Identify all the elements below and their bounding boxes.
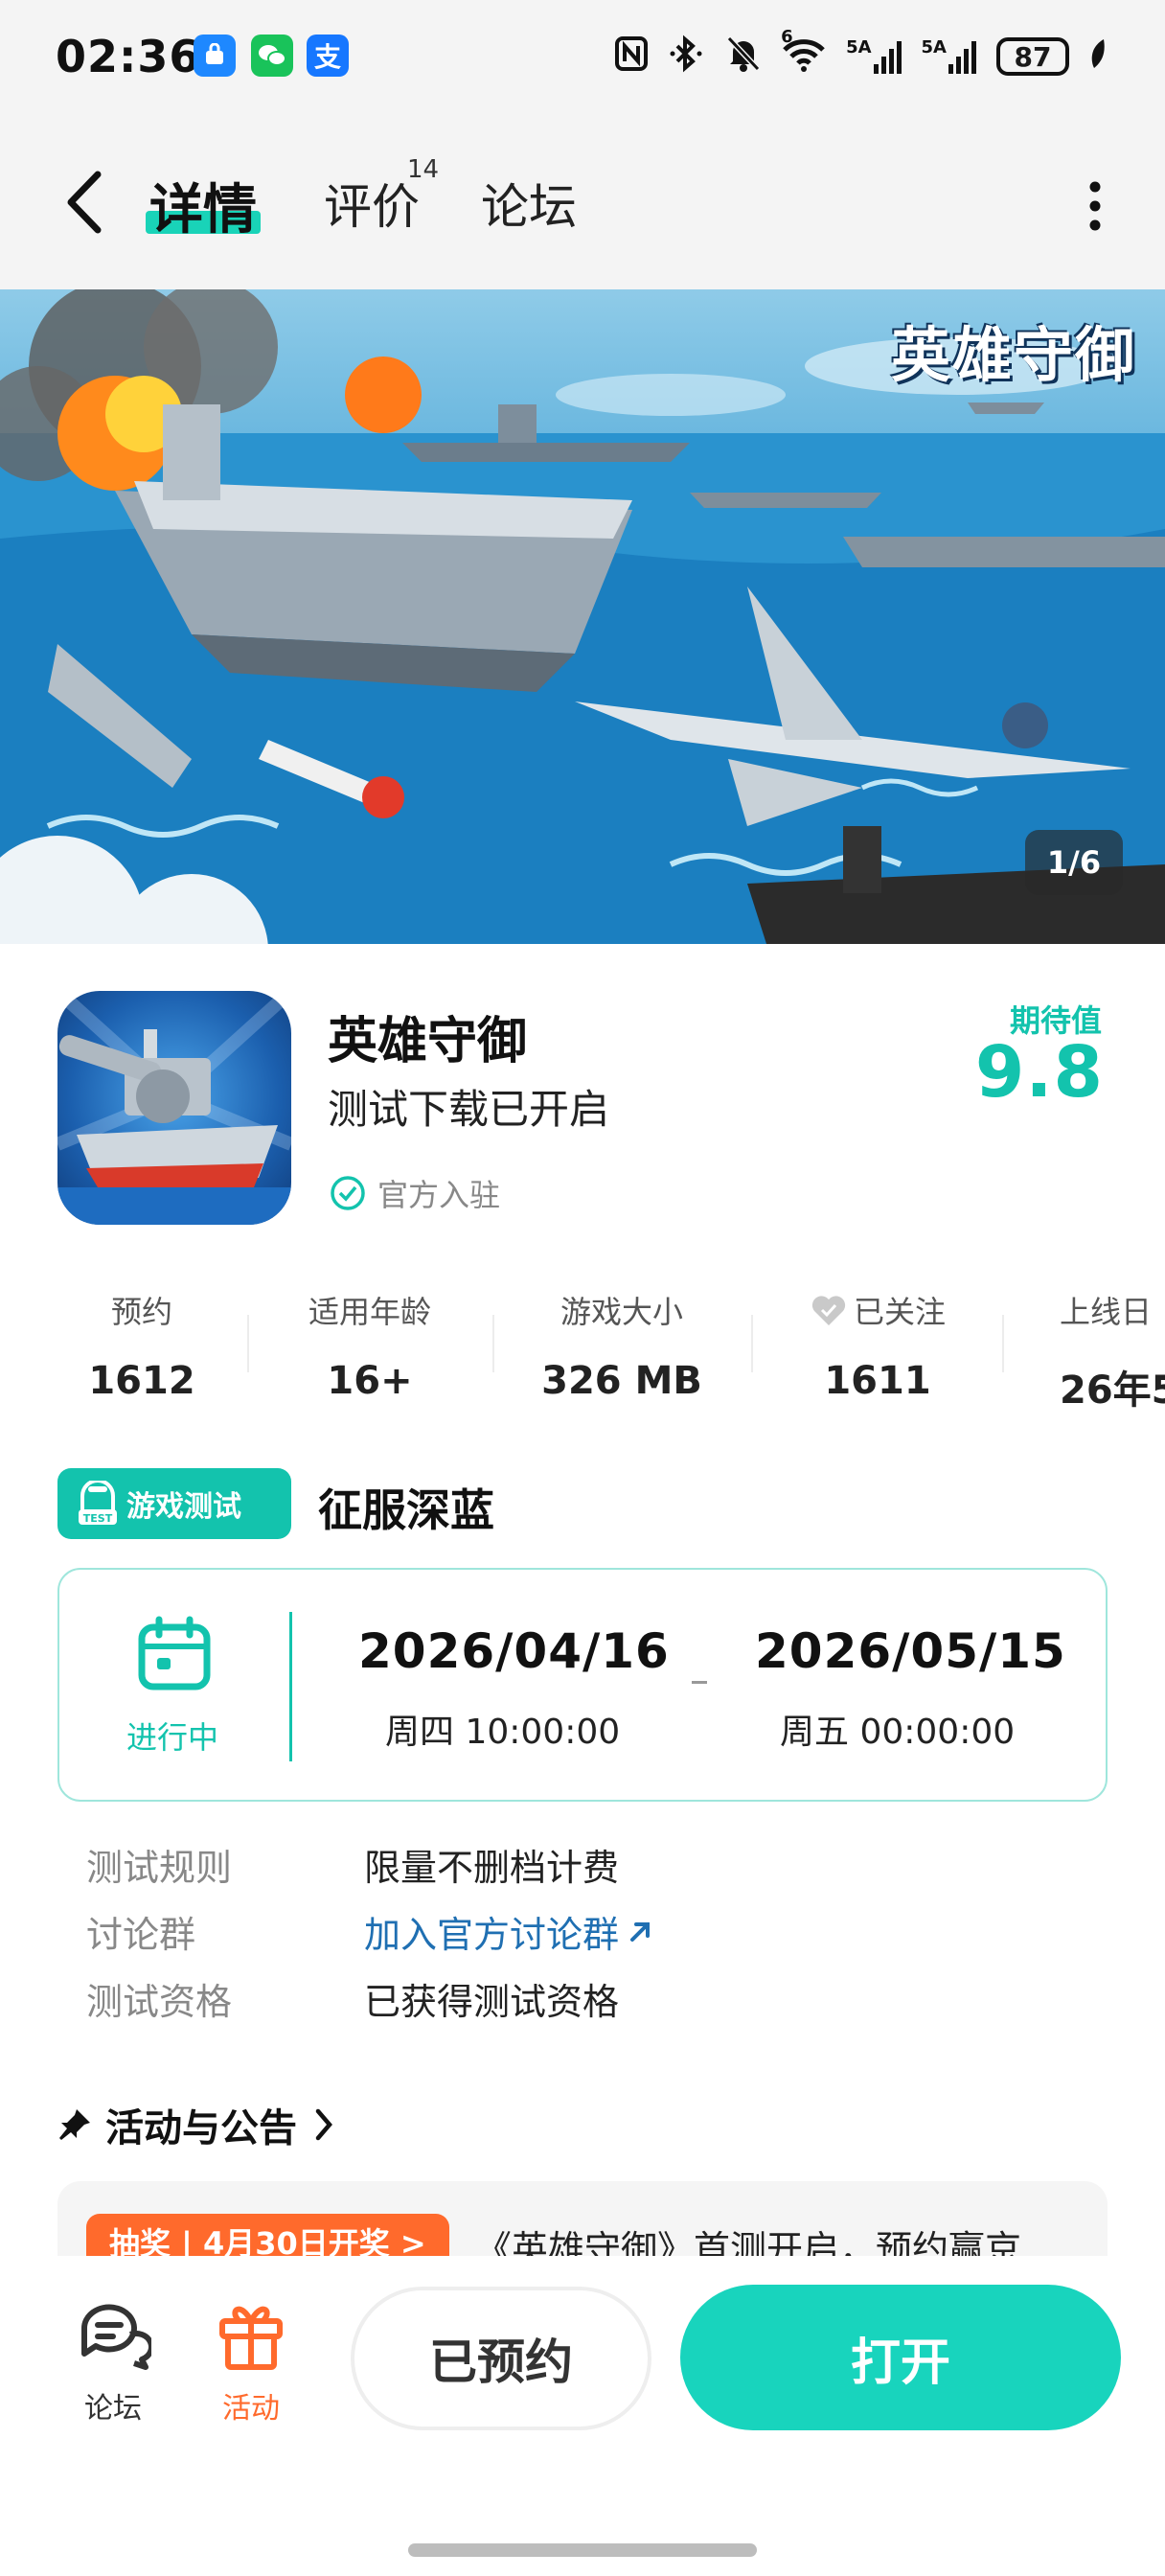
svg-text:TEST: TEST	[83, 1512, 113, 1525]
rule-label-group: 讨论群	[86, 1914, 196, 1956]
external-arrow-icon	[630, 1921, 651, 1942]
app-icon	[57, 991, 291, 1225]
activity-headline: 《英雄守御》首测开启，预约赢京	[475, 2228, 1022, 2258]
stat-value: 1611	[824, 1359, 931, 1403]
reviews-count-badge: 14	[407, 155, 440, 184]
nfc-icon	[614, 35, 649, 78]
divider	[289, 1612, 292, 1761]
app-store-icon	[194, 34, 236, 77]
more-options-icon[interactable]	[1088, 180, 1102, 232]
stat-release-date: 上线日 26年5	[1060, 1288, 1165, 1414]
stat-label: 预约	[110, 1294, 172, 1330]
end-date: 2026/05/15	[755, 1623, 1066, 1679]
end-time: 周五 00:00:00	[780, 1713, 1016, 1752]
verified-label: 官方入驻	[377, 1177, 501, 1213]
tab-details[interactable]: 详情	[149, 167, 257, 244]
heart-icon	[811, 1296, 846, 1325]
rule-value-rules: 限量不删档计费	[364, 1847, 620, 1889]
divider	[751, 1315, 753, 1372]
activity-label: 活动	[222, 2392, 280, 2426]
activity-section-header[interactable]: 活动与公告	[57, 2097, 337, 2152]
stat-label: 上线日	[1060, 1294, 1153, 1330]
stat-value: 326 MB	[541, 1359, 702, 1403]
test-status: 进行中	[126, 1719, 219, 1756]
signal-icon-2: 5A	[922, 39, 977, 74]
test-flask-icon: TEST	[79, 1481, 117, 1525]
wifi-badge: 6	[781, 27, 793, 47]
rule-value-eligibility: 已获得测试资格	[364, 1981, 620, 2023]
start-time: 周四 10:00:00	[385, 1713, 621, 1752]
stat-age-rating[interactable]: 适用年龄 16+	[287, 1288, 452, 1403]
stat-value: 1612	[88, 1359, 195, 1403]
screenshot-carousel[interactable]: 英雄守御 1/6	[0, 289, 1165, 944]
app-subtitle: 测试下载已开启	[328, 1086, 610, 1133]
status-icons: 6 5A 5A 87	[614, 29, 1108, 80]
clock: 02:36	[56, 31, 201, 82]
pin-icon	[59, 2109, 90, 2140]
home-indicator[interactable]	[408, 2543, 757, 2557]
signal-label-2: 5A	[921, 37, 947, 58]
stat-label: 适用年龄	[308, 1294, 431, 1330]
mute-icon	[725, 34, 762, 79]
back-arrow-icon[interactable]	[59, 169, 117, 236]
forum-label: 论坛	[84, 2392, 142, 2426]
stat-value: 16+	[327, 1359, 413, 1403]
gift-icon	[219, 2306, 283, 2370]
tab-reviews[interactable]: 评价	[324, 169, 420, 238]
divider	[1002, 1315, 1004, 1372]
tab-forum[interactable]: 论坛	[481, 169, 577, 238]
game-test-badge: TEST 游戏测试	[57, 1468, 291, 1539]
signal-icon-1: 5A	[846, 39, 902, 74]
forum-button[interactable]: 论坛	[65, 2296, 161, 2426]
date-range-dash	[692, 1681, 707, 1684]
stat-value: 26年5	[1060, 1368, 1165, 1413]
stat-label: 已关注	[791, 1288, 964, 1332]
start-date: 2026/04/16	[358, 1623, 670, 1679]
followed-label: 已关注	[853, 1294, 946, 1330]
open-button[interactable]: 打开	[680, 2285, 1121, 2430]
chat-bubbles-icon	[80, 2304, 155, 2370]
divider	[247, 1315, 249, 1372]
wifi-icon: 6	[781, 29, 827, 79]
test-badge-label: 游戏测试	[126, 1490, 241, 1524]
activity-card[interactable]: 抽奖 | 4月30日开奖 > 《英雄守御》首测开启，预约赢京	[57, 2181, 1108, 2258]
calendar-icon	[138, 1616, 211, 1690]
join-group-link[interactable]: 加入官方讨论群	[364, 1905, 655, 1958]
battleship-icon	[57, 991, 291, 1225]
status-bar: 02:36 支 6 5A 5A 87	[0, 0, 1165, 113]
top-nav: 详情 评价 14 论坛	[0, 113, 1165, 289]
stat-reservations: 预约 1612	[57, 1288, 226, 1403]
rule-label-eligibility: 测试资格	[86, 1981, 233, 2023]
banner-game-logo: 英雄守御	[890, 320, 1136, 390]
stat-followers[interactable]: 已关注 1611	[791, 1288, 964, 1403]
divider	[492, 1315, 494, 1372]
bluetooth-icon	[668, 34, 706, 79]
verified-badge: 官方入驻	[330, 1171, 500, 1215]
reserved-button[interactable]: 已预约	[351, 2287, 651, 2430]
leaf-icon	[1088, 37, 1108, 76]
join-group-label: 加入官方讨论群	[364, 1914, 620, 1956]
lottery-tag: 抽奖 | 4月30日开奖 >	[86, 2214, 449, 2258]
stat-label: 游戏大小	[560, 1294, 683, 1330]
check-circle-icon	[331, 1176, 365, 1210]
signal-label-1: 5A	[846, 37, 872, 58]
rule-label-rules: 测试规则	[86, 1847, 233, 1889]
chevron-right-icon	[315, 2108, 332, 2141]
test-schedule-card: 进行中 2026/04/16 周四 10:00:00 2026/05/15 周五…	[57, 1568, 1108, 1802]
wechat-icon	[251, 34, 293, 77]
activity-button[interactable]: 活动	[203, 2296, 299, 2426]
battery-icon: 87	[996, 37, 1069, 76]
test-title: 征服深蓝	[318, 1484, 494, 1536]
expectation-score: 9.8	[974, 1031, 1104, 1114]
app-name: 英雄守御	[328, 1013, 528, 1070]
alipay-icon: 支	[307, 34, 349, 77]
bottom-action-bar: 论坛 活动 已预约 打开	[0, 2256, 1165, 2576]
stat-game-size: 游戏大小 326 MB	[531, 1288, 713, 1403]
activity-title: 活动与公告	[105, 2106, 297, 2150]
carousel-page-counter: 1/6	[1025, 830, 1123, 895]
